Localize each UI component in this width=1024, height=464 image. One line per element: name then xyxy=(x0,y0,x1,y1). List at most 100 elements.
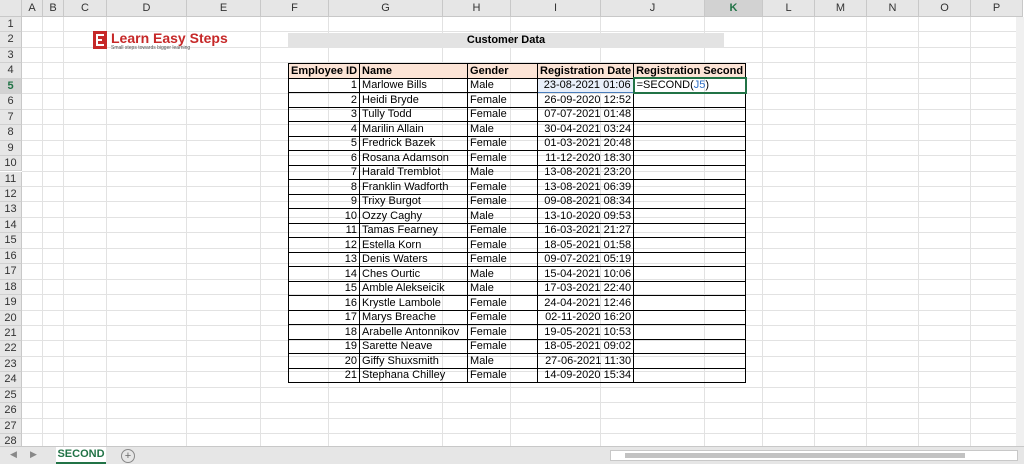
row-header-25[interactable]: 25 xyxy=(0,387,22,404)
cell-name[interactable]: Fredrick Bazek xyxy=(359,135,469,151)
cell-registration-date[interactable]: 16-03-2021 21:27 xyxy=(537,222,635,238)
cell-employee-id[interactable]: 14 xyxy=(287,266,361,282)
cell-name[interactable]: Tully Todd xyxy=(359,106,469,122)
column-header-h[interactable]: H xyxy=(443,0,511,17)
cell-registration-date[interactable]: 24-04-2021 12:46 xyxy=(537,295,635,311)
cell-name[interactable]: Ozzy Caghy xyxy=(359,208,469,224)
cell-employee-id[interactable]: 8 xyxy=(287,179,361,195)
prev-sheet-icon[interactable]: ◀ xyxy=(10,449,17,460)
row-header-1[interactable]: 1 xyxy=(0,17,22,33)
cell-registration-second[interactable] xyxy=(633,367,747,383)
header-gender[interactable]: Gender xyxy=(467,63,539,79)
scrollbar-thumb[interactable] xyxy=(625,453,965,458)
cell-gender[interactable]: Female xyxy=(467,295,539,311)
cell-gender[interactable]: Male xyxy=(467,266,539,282)
cell-registration-second[interactable] xyxy=(633,208,747,224)
cell-registration-date[interactable]: 17-03-2021 22:40 xyxy=(537,280,635,296)
cell-gender[interactable]: Female xyxy=(467,251,539,267)
row-header-10[interactable]: 10 xyxy=(0,156,22,172)
cell-registration-second[interactable] xyxy=(633,353,747,369)
row-header-5[interactable]: 5 xyxy=(0,78,22,95)
cell-name[interactable]: Harald Tremblot xyxy=(359,164,469,180)
add-sheet-icon[interactable]: + xyxy=(121,449,135,463)
cell-name[interactable]: Krystle Lambole xyxy=(359,295,469,311)
row-header-8[interactable]: 8 xyxy=(0,125,22,141)
cell-registration-second[interactable] xyxy=(633,164,747,180)
cell-gender[interactable]: Female xyxy=(467,309,539,325)
vertical-scrollbar[interactable] xyxy=(1016,17,1024,446)
cell-registration-second[interactable] xyxy=(633,135,747,151)
cell-employee-id[interactable]: 5 xyxy=(287,135,361,151)
spreadsheet-grid[interactable]: ABCDEFGHIJKLMNOP 1 2 3 4 5 6 7 8 9 10 11 12 13 14 15 16… xyxy=(0,0,1024,446)
row-header-17[interactable]: 17 xyxy=(0,264,22,280)
row-header-23[interactable]: 23 xyxy=(0,356,22,373)
cell-name[interactable]: Stephana Chilley xyxy=(359,367,469,383)
row-header-26[interactable]: 26 xyxy=(0,403,22,419)
row-header-16[interactable]: 16 xyxy=(0,248,22,265)
cell-name[interactable]: Tamas Fearney xyxy=(359,222,469,238)
cell-employee-id[interactable]: 19 xyxy=(287,338,361,354)
cell-registration-second[interactable] xyxy=(633,106,747,122)
cell-employee-id[interactable]: 15 xyxy=(287,280,361,296)
cell-employee-id[interactable]: 2 xyxy=(287,92,361,108)
cell-employee-id[interactable]: 12 xyxy=(287,237,361,253)
cell-registration-date[interactable]: 13-10-2020 09:53 xyxy=(537,208,635,224)
cell-registration-second[interactable] xyxy=(633,121,747,137)
cell-gender[interactable]: Female xyxy=(467,106,539,122)
cell-gender[interactable]: Male xyxy=(467,208,539,224)
row-header-27[interactable]: 27 xyxy=(0,418,22,435)
cell-gender[interactable]: Female xyxy=(467,193,539,209)
column-header-p[interactable]: P xyxy=(971,0,1023,17)
cell-employee-id[interactable]: 1 xyxy=(287,77,361,93)
cell-employee-id[interactable]: 9 xyxy=(287,193,361,209)
cell-registration-second[interactable] xyxy=(633,295,747,311)
cell-registration-second[interactable] xyxy=(633,324,747,340)
cell-gender[interactable]: Female xyxy=(467,222,539,238)
column-header-c[interactable]: C xyxy=(64,0,107,17)
row-header-9[interactable]: 9 xyxy=(0,140,22,157)
column-header-m[interactable]: M xyxy=(815,0,867,17)
horizontal-scrollbar[interactable] xyxy=(610,450,1018,461)
cell-gender[interactable]: Female xyxy=(467,237,539,253)
cell-name[interactable]: Estella Korn xyxy=(359,237,469,253)
cell-gender[interactable]: Male xyxy=(467,353,539,369)
next-sheet-icon[interactable]: ▶ xyxy=(30,449,37,460)
cell-registration-second[interactable] xyxy=(633,266,747,282)
cell-registration-date[interactable]: 01-03-2021 20:48 xyxy=(537,135,635,151)
cell-registration-second[interactable] xyxy=(633,237,747,253)
cell-registration-date[interactable]: 30-04-2021 03:24 xyxy=(537,121,635,137)
column-header-k[interactable]: K xyxy=(705,0,763,17)
cell-employee-id[interactable]: 13 xyxy=(287,251,361,267)
cell-registration-date[interactable]: 09-07-2021 05:19 xyxy=(537,251,635,267)
cell-employee-id[interactable]: 4 xyxy=(287,121,361,137)
cell-registration-second[interactable] xyxy=(633,309,747,325)
cell-name[interactable]: Rosana Adamson xyxy=(359,150,469,166)
column-header-f[interactable]: F xyxy=(261,0,329,17)
cell-employee-id[interactable]: 6 xyxy=(287,150,361,166)
cell-gender[interactable]: Female xyxy=(467,135,539,151)
row-header-15[interactable]: 15 xyxy=(0,233,22,249)
row-header-12[interactable]: 12 xyxy=(0,186,22,203)
row-header-4[interactable]: 4 xyxy=(0,63,22,79)
row-header-13[interactable]: 13 xyxy=(0,202,22,218)
column-header-l[interactable]: L xyxy=(763,0,815,17)
cell-name[interactable]: Heidi Bryde xyxy=(359,92,469,108)
cell-name[interactable]: Marlowe Bills xyxy=(359,77,469,93)
cell-employee-id[interactable]: 3 xyxy=(287,106,361,122)
cell-employee-id[interactable]: 16 xyxy=(287,295,361,311)
cell-gender[interactable]: Female xyxy=(467,92,539,108)
cell-registration-second[interactable] xyxy=(633,179,747,195)
cell-name[interactable]: Marilin Allain xyxy=(359,121,469,137)
cell-employee-id[interactable]: 17 xyxy=(287,309,361,325)
cell-gender[interactable]: Male xyxy=(467,164,539,180)
cell-registration-date[interactable]: 18-05-2021 09:02 xyxy=(537,338,635,354)
cell-name[interactable]: Denis Waters xyxy=(359,251,469,267)
cell-employee-id[interactable]: 10 xyxy=(287,208,361,224)
column-header-d[interactable]: D xyxy=(107,0,187,17)
column-header-g[interactable]: G xyxy=(329,0,443,17)
cell-name[interactable]: Franklin Wadforth xyxy=(359,179,469,195)
header-registration-second[interactable]: Registration Second xyxy=(633,63,747,79)
cell-registration-date[interactable]: 19-05-2021 10:53 xyxy=(537,324,635,340)
cell-name[interactable]: Amble Alekseicik xyxy=(359,280,469,296)
header-employee-id[interactable]: Employee ID xyxy=(287,63,361,79)
